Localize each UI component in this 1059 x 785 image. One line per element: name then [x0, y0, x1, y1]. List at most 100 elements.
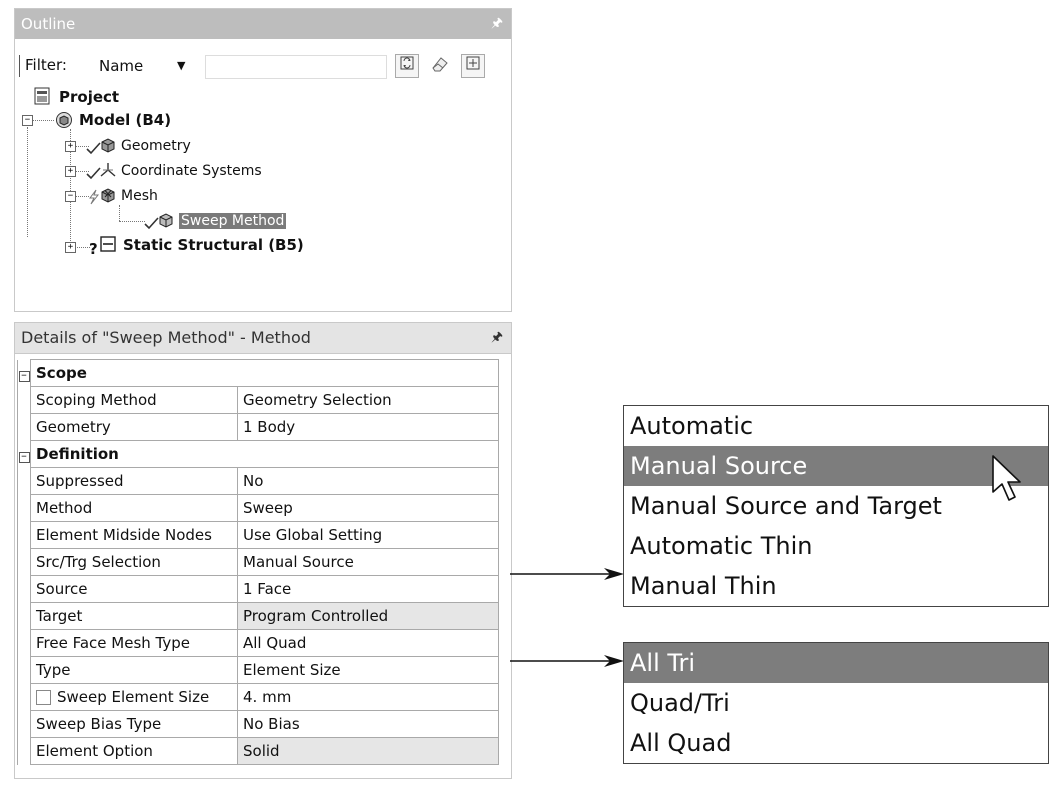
- property-value[interactable]: No: [237, 467, 499, 495]
- tree-item-static-structural[interactable]: Static Structural (B5): [123, 235, 304, 255]
- property-label: Sweep Bias Type: [30, 710, 238, 738]
- details-header: Details of "Sweep Method" - Method 🖈︎: [15, 323, 511, 354]
- property-label-text: Type: [36, 661, 71, 679]
- details-property-row[interactable]: Free Face Mesh Type All Quad: [17, 629, 499, 657]
- sweep-method-icon: [159, 213, 173, 228]
- dropdown-option[interactable]: Automatic Thin: [624, 526, 1048, 566]
- property-label-text: Scoping Method: [36, 391, 157, 409]
- property-label-text: Geometry: [36, 418, 111, 436]
- expand-geometry-toggle[interactable]: +: [65, 141, 76, 152]
- dropdown-option[interactable]: All Tri: [624, 643, 1048, 683]
- property-value[interactable]: Geometry Selection: [237, 386, 499, 414]
- details-section-row[interactable]: − Scope: [17, 359, 499, 387]
- tree-item-geometry[interactable]: Geometry: [121, 136, 191, 156]
- collapse-mesh-toggle[interactable]: −: [65, 191, 76, 202]
- row-gutter: [17, 710, 31, 738]
- property-value[interactable]: Use Global Setting: [237, 521, 499, 549]
- callout-arrows: [510, 568, 624, 667]
- tree-connector: [27, 127, 28, 237]
- property-value[interactable]: Manual Source: [237, 548, 499, 576]
- property-label: Target: [30, 602, 238, 630]
- mesh-icon: [101, 188, 115, 203]
- details-section-row[interactable]: − Definition: [17, 440, 499, 468]
- refresh-filter-button[interactable]: [395, 54, 419, 78]
- tree-item-project[interactable]: Project: [59, 87, 119, 107]
- collapse-section-toggle[interactable]: −: [17, 359, 31, 387]
- expand-coordinate-systems-toggle[interactable]: +: [65, 166, 76, 177]
- property-label: Geometry: [30, 413, 238, 441]
- row-gutter: [17, 602, 31, 630]
- collapse-section-toggle[interactable]: −: [17, 440, 31, 468]
- tree-item-mesh[interactable]: Mesh: [121, 186, 158, 206]
- tree-item-sweep-method[interactable]: Sweep Method: [179, 211, 287, 231]
- filter-select[interactable]: Name ▼: [99, 55, 199, 77]
- property-value[interactable]: No Bias: [237, 710, 499, 738]
- property-label: Sweep Element Size: [30, 683, 238, 711]
- property-label-text: Free Face Mesh Type: [36, 634, 190, 652]
- outline-header: Outline 🖈︎: [15, 9, 511, 39]
- dropdown-option[interactable]: Manual Source: [624, 446, 1048, 486]
- pin-icon[interactable]: 🖈︎: [491, 323, 503, 353]
- tree-connector: [119, 205, 120, 221]
- property-label-text: Element Midside Nodes: [36, 526, 212, 544]
- outline-panel: Outline 🖈︎ Filter: Name ▼ Project − Mode…: [14, 8, 512, 312]
- outline-tree: Project − Model (B4) + Geometry + Coordi…: [19, 87, 505, 307]
- expand-all-button[interactable]: [461, 54, 485, 78]
- details-property-row[interactable]: Method Sweep: [17, 494, 499, 522]
- pin-icon[interactable]: 🖈︎: [491, 9, 503, 39]
- property-label: Source: [30, 575, 238, 603]
- property-label-text: Method: [36, 499, 93, 517]
- row-gutter: [17, 521, 31, 549]
- property-value[interactable]: 1 Face: [237, 575, 499, 603]
- details-property-row[interactable]: Sweep Bias Type No Bias: [17, 710, 499, 738]
- details-panel: Details of "Sweep Method" - Method 🖈︎ − S…: [14, 322, 512, 779]
- property-label-text: Target: [36, 607, 83, 625]
- property-value[interactable]: All Quad: [237, 629, 499, 657]
- clear-filter-button[interactable]: [429, 54, 451, 76]
- property-label: Free Face Mesh Type: [30, 629, 238, 657]
- row-gutter: [17, 548, 31, 576]
- property-label-text: Element Option: [36, 742, 153, 760]
- details-property-row[interactable]: Scoping Method Geometry Selection: [17, 386, 499, 414]
- property-label: Scoping Method: [30, 386, 238, 414]
- free-face-mesh-type-dropdown: All Tri Quad/Tri All Quad: [623, 642, 1049, 764]
- tree-connector: [32, 120, 54, 121]
- expand-static-structural-toggle[interactable]: +: [65, 242, 76, 253]
- filter-label: Filter:: [25, 56, 67, 74]
- property-value[interactable]: Solid: [237, 737, 499, 765]
- details-property-row[interactable]: Src/Trg Selection Manual Source: [17, 548, 499, 576]
- static-structural-icon: [100, 236, 116, 252]
- details-property-row[interactable]: Suppressed No: [17, 467, 499, 495]
- dropdown-option[interactable]: Manual Thin: [624, 566, 1048, 606]
- section-label: Scope: [30, 359, 499, 387]
- details-property-row[interactable]: Element Option Solid: [17, 737, 499, 765]
- collapse-model-toggle[interactable]: −: [22, 115, 33, 126]
- dropdown-option[interactable]: All Quad: [624, 723, 1048, 763]
- property-value[interactable]: Element Size: [237, 656, 499, 684]
- property-value[interactable]: Program Controlled: [237, 602, 499, 630]
- property-label: Src/Trg Selection: [30, 548, 238, 576]
- refresh-icon: [400, 56, 414, 70]
- tree-item-coordinate-systems[interactable]: Coordinate Systems: [121, 161, 262, 181]
- details-property-row[interactable]: Element Midside Nodes Use Global Setting: [17, 521, 499, 549]
- dropdown-option[interactable]: Quad/Tri: [624, 683, 1048, 723]
- details-property-row[interactable]: Type Element Size: [17, 656, 499, 684]
- expand-plus-icon: [466, 56, 480, 70]
- details-property-row[interactable]: Sweep Element Size 4. mm: [17, 683, 499, 711]
- filter-input[interactable]: [205, 55, 387, 79]
- tree-item-model[interactable]: Model (B4): [79, 110, 171, 130]
- property-label: Suppressed: [30, 467, 238, 495]
- toolbar-separator: [19, 55, 20, 77]
- details-property-row[interactable]: Source 1 Face: [17, 575, 499, 603]
- property-value[interactable]: 4. mm: [237, 683, 499, 711]
- section-label: Definition: [30, 440, 499, 468]
- eraser-icon: [432, 57, 448, 72]
- property-value[interactable]: 1 Body: [237, 413, 499, 441]
- details-property-row[interactable]: Geometry 1 Body: [17, 413, 499, 441]
- dropdown-option[interactable]: Manual Source and Target: [624, 486, 1048, 526]
- property-value[interactable]: Sweep: [237, 494, 499, 522]
- details-property-row[interactable]: Target Program Controlled: [17, 602, 499, 630]
- property-label-text: Suppressed: [36, 472, 124, 490]
- parameter-checkbox[interactable]: [36, 690, 51, 705]
- dropdown-option[interactable]: Automatic: [624, 406, 1048, 446]
